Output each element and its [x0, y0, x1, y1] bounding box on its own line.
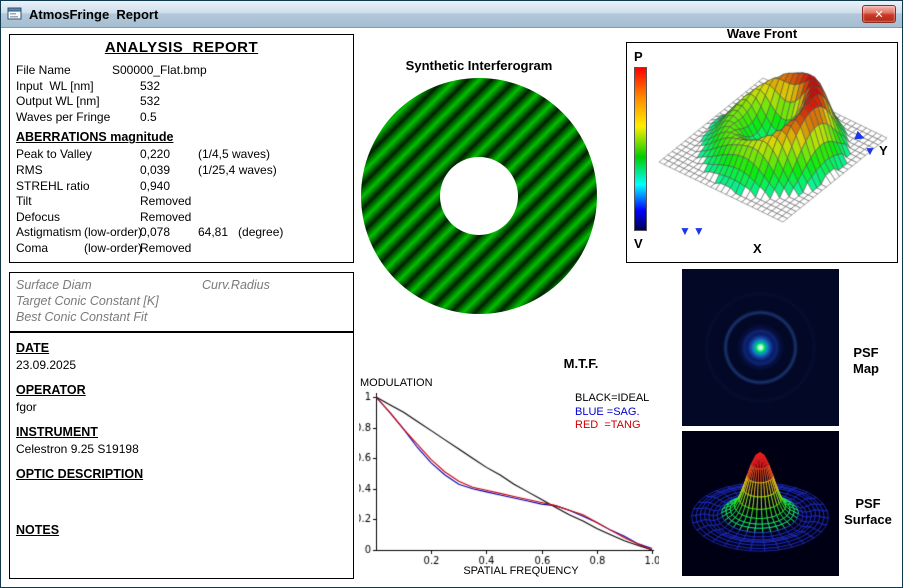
x-axis-label: X: [753, 241, 762, 256]
date-value: 23.09.2025: [16, 358, 347, 372]
row-value: 532: [140, 94, 198, 108]
instrument-value: Celestron 9.25 S19198: [16, 442, 347, 456]
operator-heading: OPERATOR: [16, 383, 347, 397]
report-row: File Name S00000_Flat.bmp: [10, 63, 353, 79]
row-value: Removed: [140, 241, 198, 255]
row-extra: (1/25,4 waves): [198, 163, 353, 177]
row-label: Defocus: [16, 210, 140, 224]
mtf-legend-item: BLACK=IDEAL: [575, 392, 649, 406]
row-label: STREHL ratio: [16, 179, 140, 193]
row-label: File Name: [16, 63, 112, 77]
min-marker-icon: ▼: [864, 144, 876, 158]
instrument-heading: INSTRUMENT: [16, 425, 347, 439]
psf-map-image: [682, 269, 839, 426]
row-label: Waves per Fringe: [16, 110, 140, 124]
row-value: 0,220: [140, 147, 198, 161]
row-label: Output WL [nm]: [16, 94, 140, 108]
row-value: 0,940: [140, 179, 198, 193]
mtf-y-axis-label: MODULATION: [360, 377, 433, 389]
report-row: Astigmatism(low-order) 0,078 64,81 (degr…: [10, 225, 353, 241]
report-row: Input WL [nm] 532: [10, 79, 353, 95]
psf-map-label: PSF Map: [842, 345, 890, 377]
row-qualifier: (low-order): [84, 225, 142, 239]
operator-value: fgor: [16, 400, 347, 414]
psf-surface-plot: [682, 431, 839, 576]
surface-diam-label: Surface Diam: [16, 278, 202, 294]
wavefront-colorbar: [634, 67, 647, 231]
report-row: RMS 0,039 (1/25,4 waves): [10, 163, 353, 179]
valley-label: V: [634, 236, 643, 251]
target-conic-label: Target Conic Constant [K]: [16, 294, 347, 310]
row-extra: (1/4,5 waves): [198, 147, 353, 161]
close-icon: ✕: [874, 8, 883, 21]
row-label: Peak to Valley: [16, 147, 140, 161]
row-value: Removed: [140, 194, 198, 208]
y-axis-label: Y: [879, 143, 888, 158]
report-row: Tilt Removed: [10, 194, 353, 210]
notes-heading: NOTES: [16, 523, 347, 537]
wavefront-title: Wave Front: [626, 26, 898, 41]
report-title: ANALYSIS REPORT: [10, 39, 353, 56]
row-value: 0,039: [140, 163, 198, 177]
app-window: AtmosFringe Report ✕ ANALYSIS REPORT Fil…: [0, 0, 903, 588]
report-row: Peak to Valley 0,220 (1/4,5 waves): [10, 147, 353, 163]
aberrations-section-heading: ABERRATIONS magnitude: [10, 130, 353, 144]
report-row: Output WL [nm] 532: [10, 94, 353, 110]
psf-surface-panel: [682, 431, 839, 576]
row-label: RMS: [16, 163, 140, 177]
min-marker-icon: ▼▼: [679, 224, 707, 238]
report-rows: File Name S00000_Flat.bmp Input WL [nm] …: [10, 63, 353, 257]
analysis-report-panel: ANALYSIS REPORT File Name S00000_Flat.bm…: [9, 34, 354, 263]
report-row: Waves per Fringe 0.5: [10, 110, 353, 126]
conic-panel: Surface Diam Curv.Radius Target Conic Co…: [9, 272, 354, 332]
row-value: S00000_Flat.bmp: [112, 63, 353, 77]
row-value: Removed: [140, 210, 198, 224]
row-label: Astigmatism(low-order): [16, 225, 140, 239]
row-qualifier: (low-order): [84, 241, 142, 255]
interferogram-title: Synthetic Interferogram: [359, 58, 599, 73]
app-icon: [7, 6, 23, 22]
window-title: AtmosFringe Report: [29, 7, 158, 22]
report-row: Defocus Removed: [10, 210, 353, 226]
report-row: STREHL ratio 0,940: [10, 179, 353, 195]
row-value: 0,078: [140, 225, 198, 239]
interferogram-hole: [440, 157, 518, 235]
row-value: 532: [140, 79, 198, 93]
row-label: Input WL [nm]: [16, 79, 140, 93]
mtf-legend: BLACK=IDEALBLUE =SAG.RED =TANG: [575, 392, 649, 433]
mtf-legend-item: BLUE =SAG.: [575, 406, 649, 420]
psf-surface-label: PSF Surface: [839, 496, 897, 528]
date-heading: DATE: [16, 341, 347, 355]
mtf-title: M.T.F.: [541, 356, 621, 371]
curv-radius-label: Curv.Radius: [202, 278, 270, 294]
mtf-legend-item: RED =TANG: [575, 419, 649, 433]
info-panel: DATE 23.09.2025 OPERATOR fgor INSTRUMENT…: [9, 332, 354, 579]
row-label: Tilt: [16, 194, 140, 208]
report-row: Coma(low-order) Removed: [10, 241, 353, 257]
row-extra: 64,81 (degree): [198, 225, 353, 239]
best-conic-label: Best Conic Constant Fit: [16, 310, 347, 326]
close-button[interactable]: ✕: [862, 5, 896, 23]
mtf-x-axis-label: SPATIAL FREQUENCY: [421, 565, 621, 577]
wavefront-panel: P V X Y ▼▼ ▶ ▼: [626, 42, 898, 263]
title-bar[interactable]: AtmosFringe Report ✕: [1, 1, 902, 28]
optic-description-heading: OPTIC DESCRIPTION: [16, 467, 347, 481]
row-value: 0.5: [140, 110, 198, 124]
row-label: Coma(low-order): [16, 241, 140, 255]
conic-line: Surface Diam Curv.Radius: [16, 278, 347, 294]
peak-label: P: [634, 49, 643, 64]
interferogram-image: [361, 78, 597, 314]
